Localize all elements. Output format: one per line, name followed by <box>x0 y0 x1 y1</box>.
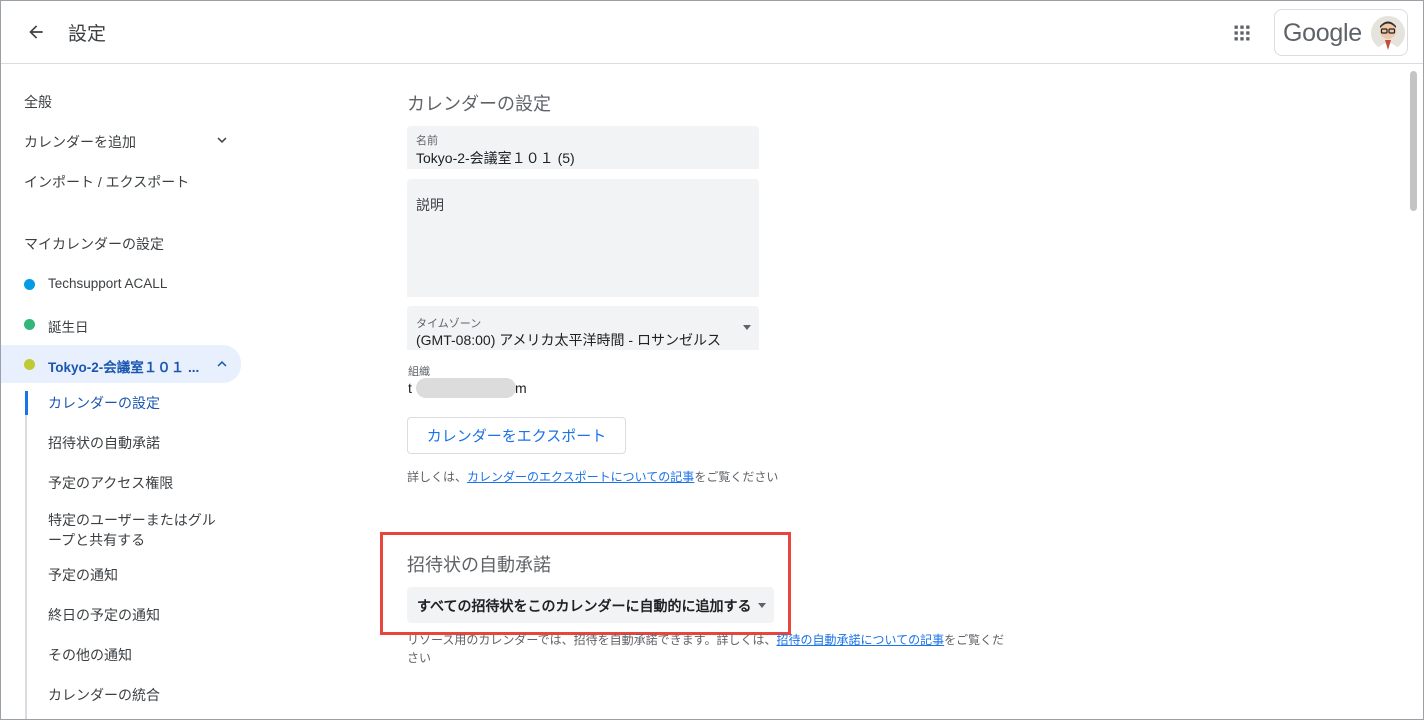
timezone-value: (GMT-08:00) アメリカ太平洋時間 - ロサンゼルス <box>416 332 721 348</box>
subnav-calendar-settings[interactable]: カレンダーの設定 <box>48 393 238 413</box>
chevron-down-icon <box>217 137 227 143</box>
calendar-color-dot <box>24 279 35 290</box>
calendar-item-birthdays[interactable]: 誕生日 <box>1 306 241 342</box>
nav-import-export[interactable]: インポート / エクスポート <box>1 162 241 198</box>
subnav-access-permissions[interactable]: 予定のアクセス権限 <box>48 473 238 493</box>
subnav-allday-notifications[interactable]: 終日の予定の通知 <box>48 605 238 625</box>
chevron-up-icon[interactable] <box>213 355 231 373</box>
arrow-back-icon <box>29 25 43 39</box>
settings-sidebar: 全般 カレンダーを追加 インポート / エクスポート マイカレンダーの設定 Te… <box>1 65 251 719</box>
description-placeholder: 説明 <box>416 197 444 213</box>
account-switcher[interactable]: Google <box>1274 9 1408 56</box>
apps-grid-icon <box>1234 25 1250 41</box>
calendar-color-dot <box>24 359 35 370</box>
name-field-value: Tokyo-2-会議室１０１ (5) <box>416 150 575 166</box>
name-field[interactable]: 名前 Tokyo-2-会議室１０１ (5) <box>407 126 759 169</box>
scrollbar-thumb[interactable] <box>1410 71 1417 211</box>
description-field[interactable]: 説明 <box>407 179 759 297</box>
dropdown-arrow-icon <box>743 325 751 330</box>
subnav-other-notifications[interactable]: その他の通知 <box>48 645 238 665</box>
organization-label: 組織 <box>408 366 430 378</box>
calendar-item-tokyo-room[interactable]: Tokyo-2-会議室１０１ ... <box>1 345 241 383</box>
my-calendars-heading: マイカレンダーの設定 <box>24 236 164 252</box>
timezone-label: タイムゾーン <box>416 318 482 330</box>
settings-main: カレンダーの設定 名前 Tokyo-2-会議室１０１ (5) 説明 タイムゾーン… <box>252 65 1402 719</box>
subnav-active-indicator <box>25 391 28 415</box>
auto-accept-help-text: リソース用のカレンダーでは、招待を自動承諾できます。詳しくは、招待の自動承諾につ… <box>407 633 1005 647</box>
auto-accept-help-link[interactable]: 招待の自動承諾についての記事 <box>776 633 944 647</box>
nav-general[interactable]: 全般 <box>1 82 241 118</box>
export-calendar-button[interactable]: カレンダーをエクスポート <box>407 417 626 454</box>
google-logo: Google <box>1283 19 1362 47</box>
nav-add-calendar-label: カレンダーを追加 <box>24 134 136 150</box>
organization-value-end: m <box>515 380 527 396</box>
calendar-item-techsupport[interactable]: Techsupport ACALL <box>1 266 241 302</box>
export-help-text: 詳しくは、カレンダーのエクスポートについての記事をご覧ください <box>407 470 779 484</box>
calendar-color-dot <box>24 319 35 330</box>
export-help-link[interactable]: カレンダーのエクスポートについての記事 <box>467 470 694 484</box>
back-button[interactable] <box>21 17 51 47</box>
page-scrollbar[interactable] <box>1406 65 1422 719</box>
subnav-divider <box>25 393 27 719</box>
top-bar: 設定 Google <box>1 1 1423 64</box>
calendar-settings-title: カレンダーの設定 <box>407 94 551 114</box>
nav-add-calendar[interactable]: カレンダーを追加 <box>1 122 241 158</box>
nav-import-export-label: インポート / エクスポート <box>24 174 190 190</box>
avatar[interactable] <box>1371 16 1405 50</box>
calendar-item-label: Tokyo-2-会議室１０１ ... <box>48 360 200 375</box>
nav-general-label: 全般 <box>24 94 52 110</box>
page-title: 設定 <box>68 24 107 45</box>
calendar-item-label: Techsupport ACALL <box>48 276 168 291</box>
highlight-annotation-box <box>380 532 791 635</box>
google-apps-button[interactable] <box>1227 18 1257 48</box>
redacted-email-mask <box>416 378 516 398</box>
subnav-integrate-calendar[interactable]: カレンダーの統合 <box>48 685 238 705</box>
timezone-select[interactable]: タイムゾーン (GMT-08:00) アメリカ太平洋時間 - ロサンゼルス <box>407 306 759 350</box>
subnav-share-with-people[interactable]: 特定のユーザーまたはグループと共有する <box>48 510 228 550</box>
subnav-event-notifications[interactable]: 予定の通知 <box>48 565 238 585</box>
calendar-item-label: 誕生日 <box>48 320 89 335</box>
auto-accept-help-text-wrap: さい <box>407 651 432 665</box>
name-field-label: 名前 <box>416 135 438 147</box>
subnav-auto-accept[interactable]: 招待状の自動承諾 <box>48 433 238 453</box>
organization-value-start: t <box>408 380 412 396</box>
